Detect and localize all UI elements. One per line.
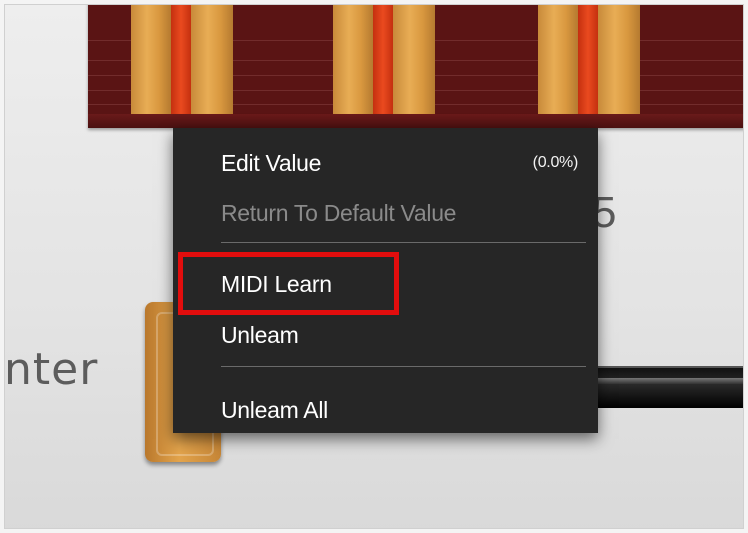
menu-item-return-to-default: Return To Default Value	[173, 190, 598, 234]
menu-item-label: Return To Default Value	[221, 200, 457, 226]
menu-item-edit-value[interactable]: Edit Value (0.0%)	[173, 140, 598, 184]
menu-item-unlearn[interactable]: Unleam	[173, 312, 598, 356]
menu-item-value: (0.0%)	[532, 154, 579, 171]
midi-learn-highlight-outline	[178, 252, 399, 315]
menu-separator	[221, 242, 586, 243]
menu-item-label: Edit Value	[221, 150, 322, 176]
menu-item-label: Unleam All	[221, 397, 328, 423]
menu-separator	[221, 366, 586, 367]
menu-item-unlearn-all[interactable]: Unleam All	[173, 387, 598, 431]
menu-item-label: Unleam	[221, 322, 299, 348]
